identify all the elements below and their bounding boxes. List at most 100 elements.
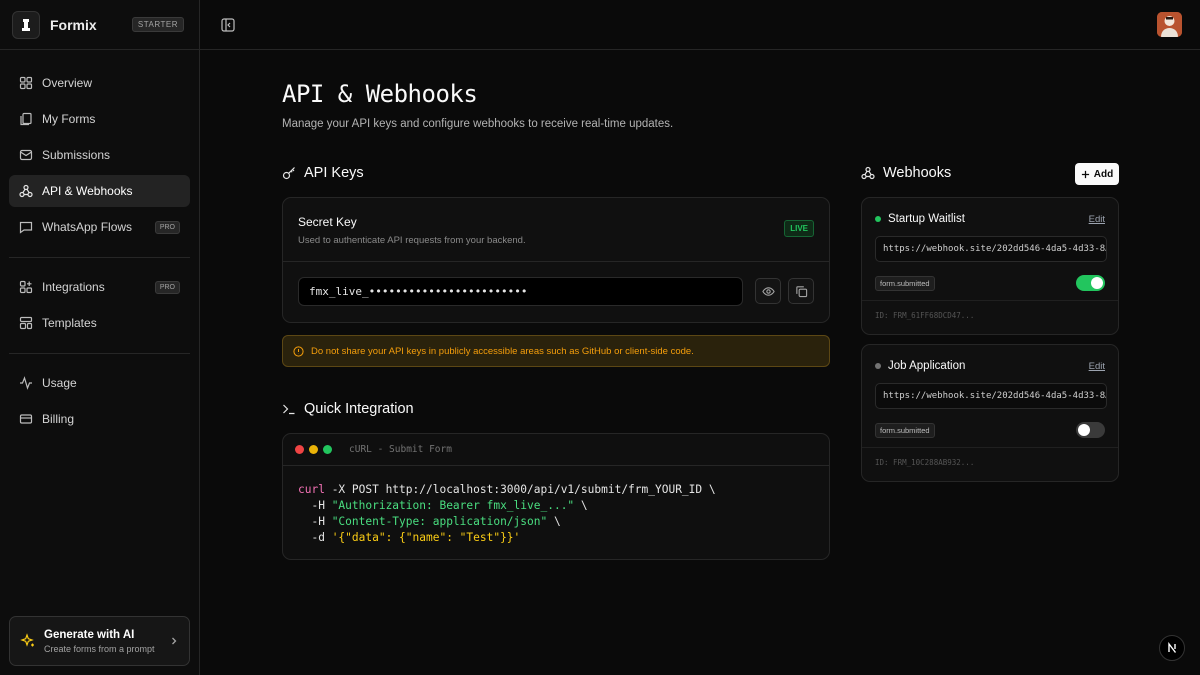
divider: [9, 353, 190, 354]
sidebar-item-label: WhatsApp Flows: [42, 220, 133, 234]
code-token: "Authorization: Bearer fmx_live_...": [331, 499, 575, 512]
warning-text: Do not share your API keys in publicly a…: [311, 345, 694, 357]
webhook-status-dot: [875, 363, 881, 369]
code-token: -X POST http://localhost:3000/api/v1/sub…: [324, 483, 716, 496]
app-logo-icon[interactable]: [12, 10, 40, 39]
window-dot-red: [295, 445, 304, 454]
divider: [283, 261, 829, 262]
sidebar-item-overview[interactable]: Overview: [9, 67, 190, 99]
sidebar-item-whatsapp-flows[interactable]: WhatsApp Flows PRO: [9, 211, 190, 243]
reveal-key-button[interactable]: [755, 278, 781, 304]
copy-key-button[interactable]: [788, 278, 814, 304]
sidebar-item-templates[interactable]: Templates: [9, 307, 190, 339]
plus-icon: [1081, 170, 1089, 178]
window-dot-green: [323, 445, 332, 454]
webhook-header: Startup Waitlist: [875, 213, 965, 225]
sidebar-item-label: Usage: [42, 376, 77, 390]
generate-subtitle: Create forms from a prompt: [44, 643, 155, 654]
webhook-status-dot: [875, 216, 881, 222]
divider: [862, 447, 1118, 448]
sidebar-item-my-forms[interactable]: My Forms: [9, 103, 190, 135]
sidebar-item-label: My Forms: [42, 112, 96, 126]
live-status-badge: LIVE: [784, 220, 814, 237]
secret-key-card: Secret Key Used to authenticate API requ…: [282, 197, 830, 323]
avatar-image: [1157, 12, 1182, 37]
code-token: -H: [298, 515, 332, 528]
toggle-knob: [1078, 424, 1090, 436]
code-block[interactable]: curl -X POST http://localhost:3000/api/v…: [298, 482, 716, 546]
webhook-name: Job Application: [888, 360, 966, 372]
nextjs-logo-icon: [1168, 642, 1177, 653]
api-keys-title: API Keys: [304, 165, 364, 181]
event-tag: form.submitted: [875, 423, 935, 438]
generate-with-ai-button[interactable]: Generate with AI Create forms from a pro…: [9, 616, 190, 666]
sidebar: Formix STARTER Overview My Forms Submiss…: [0, 0, 200, 675]
webhook-enabled-toggle[interactable]: [1076, 275, 1105, 291]
code-snippet-card: cURL - Submit Form curl -X POST http://l…: [282, 433, 830, 560]
secret-key-description: Used to authenticate API requests from y…: [298, 235, 526, 246]
generate-text: Generate with AI Create forms from a pro…: [44, 629, 169, 654]
sidebar-toggle-button[interactable]: [219, 16, 237, 34]
window-dot-yellow: [309, 445, 318, 454]
webhook-header: Job Application: [875, 360, 965, 372]
webhook-icon: [861, 166, 875, 180]
edit-webhook-link[interactable]: Edit: [1089, 214, 1105, 225]
generate-title: Generate with AI: [44, 628, 135, 641]
sidebar-item-label: Integrations: [42, 280, 105, 294]
sidebar-item-label: API & Webhooks: [42, 184, 133, 198]
user-avatar[interactable]: [1157, 12, 1182, 37]
secret-key-info: Secret Key Used to authenticate API requ…: [298, 215, 526, 246]
webhook-name: Startup Waitlist: [888, 213, 965, 225]
sidebar-item-submissions[interactable]: Submissions: [9, 139, 190, 171]
page-subtitle: Manage your API keys and configure webho…: [282, 118, 674, 130]
sidebar-item-billing[interactable]: Billing: [9, 403, 190, 435]
secondary-nav: Integrations PRO Templates: [0, 271, 199, 339]
panel-left-icon: [221, 17, 235, 32]
code-tab-label: cURL - Submit Form: [349, 444, 452, 455]
edit-webhook-link[interactable]: Edit: [1089, 361, 1105, 372]
topbar: [200, 0, 1200, 50]
secret-key-field[interactable]: fmx_live_••••••••••••••••••••••••: [298, 277, 743, 306]
webhook-url[interactable]: https://webhook.site/202dd546-4da5-4d33-…: [875, 383, 1107, 409]
sidebar-item-integrations[interactable]: Integrations PRO: [9, 271, 190, 303]
grid-icon: [19, 76, 33, 90]
main-nav: Overview My Forms Submissions API & Webh…: [0, 67, 199, 243]
code-line: -H "Authorization: Bearer fmx_live_..." …: [298, 498, 716, 514]
webhook-card: Startup Waitlist Edit https://webhook.si…: [861, 197, 1119, 335]
code-line: -d '{"data": {"name": "Test"}}': [298, 530, 716, 546]
sidebar-item-label: Overview: [42, 76, 93, 90]
webhook-enabled-toggle[interactable]: [1076, 422, 1105, 438]
brand-header: Formix STARTER: [0, 0, 199, 50]
webhook-id: ID: FRM_61FF68DCD47...: [875, 311, 975, 320]
code-window-bar: cURL - Submit Form: [283, 434, 829, 466]
api-keys-heading: API Keys: [282, 165, 364, 181]
activity-icon: [20, 376, 32, 390]
code-token: curl: [298, 483, 325, 496]
dev-indicator-button[interactable]: [1159, 635, 1185, 661]
divider: [9, 257, 190, 258]
sparkle-icon: [20, 633, 34, 647]
sidebar-item-usage[interactable]: Usage: [9, 367, 190, 399]
code-token: \: [547, 515, 561, 528]
forms-icon: [20, 112, 32, 126]
terminal-icon: [283, 404, 295, 415]
add-webhook-button[interactable]: Add: [1075, 163, 1119, 185]
secret-key-title: Secret Key: [298, 215, 357, 229]
template-icon: [19, 316, 33, 330]
puzzle-icon: [19, 280, 33, 294]
sidebar-item-api-webhooks[interactable]: API & Webhooks: [9, 175, 190, 207]
code-token: "Content-Type: application/json": [331, 515, 548, 528]
inbox-icon: [19, 149, 33, 161]
code-token: '{"data": {"name": "Test"}}': [331, 531, 521, 544]
chat-icon: [19, 221, 33, 234]
app-name: Formix: [50, 16, 97, 33]
sidebar-item-label: Billing: [42, 412, 75, 426]
plan-badge: STARTER: [131, 17, 184, 32]
code-token: -d: [298, 531, 332, 544]
webhook-icon: [19, 184, 33, 198]
page-title: API & Webhooks: [282, 80, 478, 108]
webhooks-heading: Webhooks: [861, 165, 951, 181]
pro-badge: PRO: [154, 280, 180, 294]
code-line: -H "Content-Type: application/json" \: [298, 514, 716, 530]
webhook-url[interactable]: https://webhook.site/202dd546-4da5-4d33-…: [875, 236, 1107, 262]
